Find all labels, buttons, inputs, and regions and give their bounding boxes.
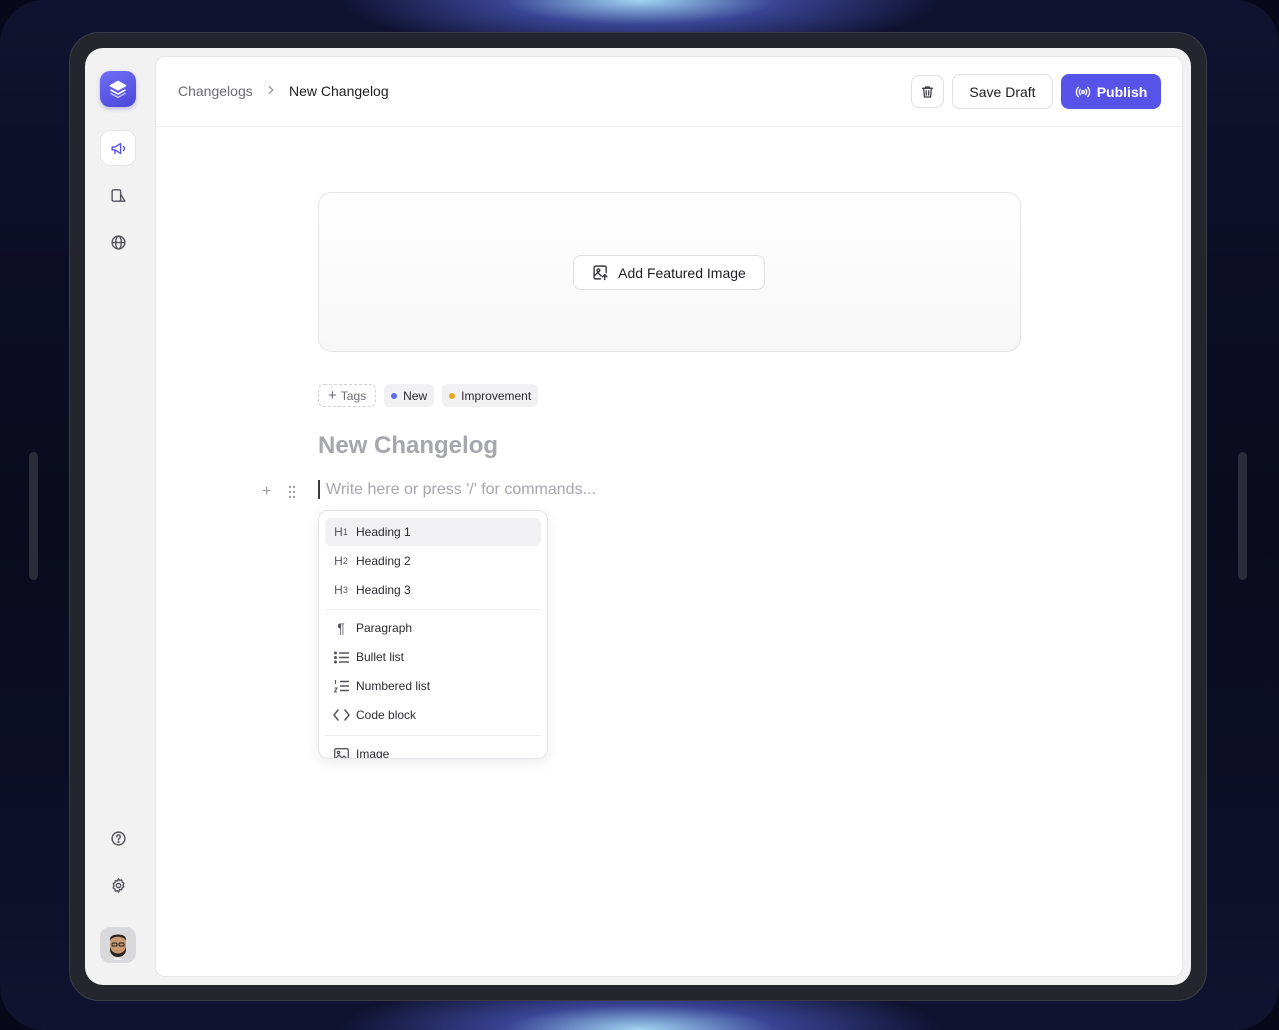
image-upload-icon bbox=[593, 265, 608, 281]
text-cursor bbox=[318, 480, 320, 499]
menu-item-label: Heading 3 bbox=[356, 583, 411, 597]
avatar-icon bbox=[110, 934, 126, 960]
tag-improvement[interactable]: Improvement bbox=[442, 384, 539, 407]
add-tag-label: Tags bbox=[340, 388, 367, 403]
heading-1-icon: H1 bbox=[334, 525, 348, 539]
tag-dot bbox=[449, 392, 456, 399]
image-icon bbox=[325, 747, 357, 758]
sidebar bbox=[85, 48, 155, 985]
app-logo[interactable] bbox=[100, 71, 136, 107]
menu-divider bbox=[325, 609, 541, 610]
tag-label: New bbox=[403, 388, 428, 403]
nav-components[interactable] bbox=[100, 177, 136, 213]
add-featured-image-button[interactable]: Add Featured Image bbox=[573, 255, 765, 290]
delete-button[interactable] bbox=[911, 75, 944, 108]
add-block-icon[interactable]: + bbox=[262, 483, 271, 501]
trash-icon bbox=[921, 85, 934, 98]
chevron-right-icon bbox=[268, 85, 274, 95]
device-side-button-right bbox=[1238, 452, 1247, 580]
menu-item-label: Heading 2 bbox=[356, 554, 411, 568]
nav-changelogs[interactable] bbox=[100, 130, 136, 166]
featured-image-dropzone[interactable]: Add Featured Image bbox=[318, 192, 1021, 352]
user-avatar[interactable] bbox=[100, 927, 136, 963]
menu-item-bullet-list[interactable]: Bullet list bbox=[325, 643, 541, 671]
nav-help[interactable] bbox=[100, 820, 136, 856]
add-tag-button[interactable]: + Tags bbox=[318, 384, 377, 407]
menu-item-label: Paragraph bbox=[356, 621, 413, 635]
gear-icon bbox=[111, 877, 125, 893]
nav-settings[interactable] bbox=[100, 867, 136, 903]
nav-website[interactable] bbox=[100, 224, 136, 260]
top-bar: Changelogs New Changelog Save Draft Publ… bbox=[156, 57, 1182, 127]
menu-item-heading-2[interactable]: H2 Heading 2 bbox=[325, 547, 541, 575]
menu-divider bbox=[325, 735, 541, 736]
breadcrumb-current: New Changelog bbox=[289, 83, 389, 99]
megaphone-icon bbox=[110, 142, 125, 154]
tag-new[interactable]: New bbox=[384, 384, 435, 407]
device-side-button-left bbox=[29, 452, 38, 580]
publish-label: Publish bbox=[1096, 83, 1148, 100]
menu-item-label: Heading 1 bbox=[356, 525, 411, 539]
shapes-icon bbox=[110, 188, 126, 202]
menu-item-numbered-list[interactable]: Numbered list bbox=[325, 672, 541, 700]
layers-icon bbox=[109, 80, 127, 99]
menu-item-label: Image bbox=[356, 747, 390, 759]
plus-icon: + bbox=[328, 387, 337, 404]
publish-button[interactable]: Publish bbox=[1061, 74, 1161, 109]
menu-item-image[interactable]: Image bbox=[325, 740, 541, 759]
tag-dot bbox=[391, 392, 398, 399]
breadcrumb-changelogs[interactable]: Changelogs bbox=[178, 83, 253, 99]
broadcast-icon bbox=[1075, 86, 1090, 97]
command-menu: H1 Heading 1 H2 Heading 2 H3 Heading 3 ¶… bbox=[318, 510, 548, 759]
numbered-list-icon bbox=[325, 679, 357, 693]
tag-label: Improvement bbox=[461, 388, 532, 403]
save-draft-button[interactable]: Save Draft bbox=[952, 74, 1053, 109]
help-icon bbox=[110, 830, 126, 846]
main-panel: Changelogs New Changelog Save Draft Publ… bbox=[155, 56, 1183, 977]
menu-item-paragraph[interactable]: ¶ Paragraph bbox=[325, 614, 541, 642]
menu-item-label: Bullet list bbox=[356, 650, 405, 664]
menu-item-label: Numbered list bbox=[356, 679, 431, 693]
body-editor[interactable]: Write here or press '/' for commands... bbox=[326, 481, 596, 499]
menu-item-heading-3[interactable]: H3 Heading 3 bbox=[325, 576, 541, 604]
title-input[interactable]: New Changelog bbox=[318, 432, 498, 460]
add-featured-image-label: Add Featured Image bbox=[618, 264, 746, 281]
bullet-list-icon bbox=[325, 651, 357, 664]
drag-handle-icon[interactable] bbox=[288, 485, 296, 499]
code-icon bbox=[325, 709, 357, 721]
menu-item-code-block[interactable]: Code block bbox=[325, 701, 541, 729]
heading-2-icon: H2 bbox=[334, 554, 348, 568]
heading-3-icon: H3 bbox=[334, 583, 348, 597]
globe-icon bbox=[110, 234, 126, 250]
menu-item-label: Code block bbox=[356, 708, 417, 722]
app-screen: Changelogs New Changelog Save Draft Publ… bbox=[85, 48, 1191, 985]
menu-item-heading-1[interactable]: H1 Heading 1 bbox=[325, 518, 541, 546]
paragraph-icon: ¶ bbox=[337, 620, 345, 636]
tags-row: + Tags New Improvement bbox=[318, 384, 539, 407]
